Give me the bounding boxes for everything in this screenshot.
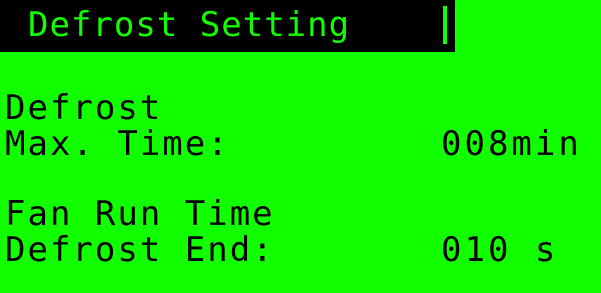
- title-bar: Defrost Setting: [0, 0, 455, 52]
- fan-run-time-label-line2: Defrost End:: [5, 230, 275, 270]
- lcd-screen: Defrost Setting Defrost Max. Time: 008mi…: [0, 0, 601, 293]
- fan-run-time-label-line1: Fan Run Time: [5, 194, 275, 234]
- defrost-max-time-label-line2: Max. Time:: [5, 124, 230, 164]
- defrost-max-time-value[interactable]: 008min: [441, 124, 582, 164]
- defrost-max-time-label-line1: Defrost: [5, 88, 163, 128]
- fan-run-time-value[interactable]: 010 s: [441, 230, 558, 270]
- text-cursor: [443, 6, 447, 44]
- screen-title: Defrost Setting: [28, 5, 351, 45]
